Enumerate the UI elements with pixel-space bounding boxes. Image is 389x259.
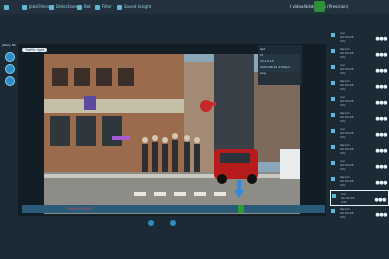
panel-line: 12-10.13 xyxy=(260,59,274,63)
next-button[interactable] xyxy=(170,220,176,226)
row-actions-icon[interactable]: ●●● xyxy=(375,212,387,218)
left-toolbar xyxy=(0,40,18,230)
top-toolbar: JobsFilters Detections Bot Filter Saved … xyxy=(0,0,389,14)
tool-button[interactable] xyxy=(5,64,15,74)
label-tag[interactable]: Traffic light xyxy=(22,48,48,52)
row-checkbox[interactable] xyxy=(331,177,335,181)
row-checkbox[interactable] xyxy=(331,33,335,37)
row-checkbox[interactable] xyxy=(331,113,335,117)
list-item[interactable]: Car 00:00:05 Info ●●● xyxy=(330,94,389,110)
tool-button[interactable] xyxy=(5,76,15,86)
add-button[interactable] xyxy=(314,1,325,12)
row-actions-icon[interactable]: ●●● xyxy=(375,132,387,138)
info-panel: Set Id 12-10.13 2023-09-21 1:05pm Aug xyxy=(258,45,302,85)
row-actions-icon[interactable]: ●●● xyxy=(375,36,387,42)
list-item-selected[interactable]: Car 00:00:05 Info ●●● xyxy=(330,190,389,206)
tab-saved[interactable]: Saved Insight xyxy=(117,3,151,11)
row-checkbox[interactable] xyxy=(331,65,335,69)
list-item[interactable]: Car 00:00:05 Info ●●● xyxy=(330,30,389,46)
row-checkbox[interactable] xyxy=(332,194,336,198)
timeline-time: 00:00:00:000 xyxy=(68,207,92,211)
row-checkbox[interactable] xyxy=(331,49,335,53)
tab-filter[interactable]: Filter xyxy=(95,3,112,11)
list-item[interactable]: Person 00:00:05 Info ●●● xyxy=(330,206,389,222)
list-item[interactable]: Person 00:00:05 Info ●●● xyxy=(330,110,389,126)
tool-button[interactable] xyxy=(5,52,15,62)
tab-jobsfilters[interactable]: JobsFilters xyxy=(22,3,49,11)
row-checkbox[interactable] xyxy=(331,129,335,133)
row-actions-icon[interactable]: ●●● xyxy=(375,52,387,58)
list-item[interactable]: Person 00:00:05 Info ●●● xyxy=(330,78,389,94)
timeline-bar[interactable]: 00:00:00:000 xyxy=(22,205,325,213)
list-item[interactable]: Car 00:00:05 Info ●●● xyxy=(330,158,389,174)
panel-line: 2023-09-21 1:05pm xyxy=(260,65,290,69)
row-checkbox[interactable] xyxy=(331,97,335,101)
row-actions-icon[interactable]: ●●● xyxy=(375,100,387,106)
row-actions-icon[interactable]: ●●● xyxy=(374,197,386,203)
list-item[interactable]: Car 00:00:05 Info ●●● xyxy=(330,126,389,142)
row-checkbox[interactable] xyxy=(331,81,335,85)
bottom-controls xyxy=(0,218,330,259)
left-label: Jittery ML xyxy=(2,43,17,47)
app-logo-icon xyxy=(4,3,11,11)
row-checkbox[interactable] xyxy=(331,209,335,213)
row-checkbox[interactable] xyxy=(331,145,335,149)
row-actions-icon[interactable]: ●●● xyxy=(375,164,387,170)
row-actions-icon[interactable]: ●●● xyxy=(375,84,387,90)
down-arrow-icon xyxy=(234,180,244,198)
list-item[interactable]: Car 00:00:05 Info ●●● xyxy=(330,62,389,78)
tab-bot[interactable]: Bot xyxy=(77,3,91,11)
row-actions-icon[interactable]: ●●● xyxy=(375,68,387,74)
row-checkbox[interactable] xyxy=(331,161,335,165)
panel-line: Aug xyxy=(260,71,266,75)
tab-detections[interactable]: Detections xyxy=(49,3,78,11)
panel-line: Set xyxy=(260,47,265,51)
detections-list: Car 00:00:05 Info ●●● Person 00:00:05 Info ●●●… xyxy=(330,30,389,230)
list-item[interactable]: Person 00:00:05 Info ●●● xyxy=(330,46,389,62)
timeline-marker[interactable] xyxy=(238,205,244,213)
list-item[interactable]: Person 00:00:05 Info ●●● xyxy=(330,174,389,190)
row-actions-icon[interactable]: ●●● xyxy=(375,180,387,186)
list-item[interactable]: Person 00:00:05 Info ●●● xyxy=(330,142,389,158)
play-button[interactable] xyxy=(148,220,154,226)
row-actions-icon[interactable]: ●●● xyxy=(375,116,387,122)
row-actions-icon[interactable]: ●●● xyxy=(375,148,387,154)
panel-line: Id xyxy=(260,53,263,57)
